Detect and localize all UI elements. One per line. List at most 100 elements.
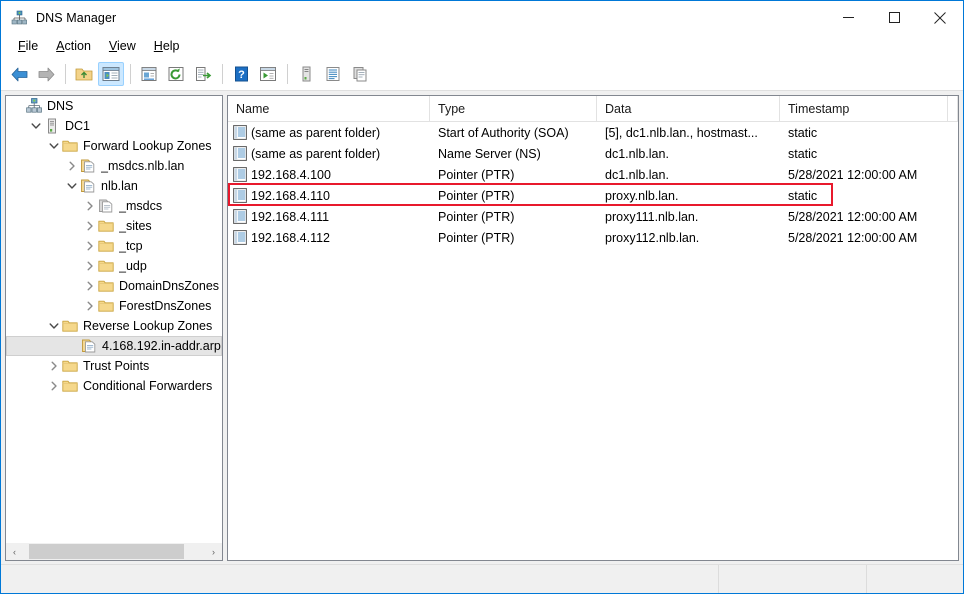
record-name-text: 192.168.4.111 — [251, 209, 330, 224]
expand-toggle-closed[interactable] — [82, 218, 98, 234]
column-header-blank[interactable] — [948, 96, 958, 121]
record-cell-name: 192.168.4.100 — [228, 167, 430, 182]
record-row[interactable]: 192.168.4.111 Pointer (PTR) proxy111.nlb.l… — [228, 206, 958, 227]
record-data-text: dc1.nlb.lan. — [605, 167, 669, 182]
forward-button[interactable] — [33, 62, 59, 86]
tree-node-forward-lookup-zones[interactable]: Forward Lookup Zones — [6, 136, 222, 156]
copy-button[interactable] — [347, 62, 373, 86]
menu-file[interactable]: FFileile — [9, 37, 47, 55]
help-button[interactable]: ? — [228, 62, 254, 86]
dns-manager-icon — [11, 10, 27, 26]
column-header-data[interactable]: Data — [597, 96, 780, 121]
column-header-timestamp[interactable]: Timestamp — [780, 96, 948, 121]
console-tree[interactable]: DNS DC1 Forward Lookup Zones _msdcs.nlb.lan… — [6, 96, 222, 542]
expand-toggle-open[interactable] — [46, 318, 62, 334]
menu-view[interactable]: View — [100, 37, 145, 55]
record-cell-name: 192.168.4.112 — [228, 230, 430, 245]
scrollbar-thumb[interactable] — [29, 544, 184, 559]
toolbar: ? — [1, 58, 963, 91]
record-row[interactable]: 192.168.4.112 Pointer (PTR) proxy112.nlb.l… — [228, 227, 958, 248]
tree-node-4-168-192-in-addr-arp[interactable]: 4.168.192.in-addr.arp — [6, 336, 222, 356]
record-row[interactable]: (same as parent folder) Start of Authorit… — [228, 122, 958, 143]
tree-node-udp[interactable]: _udp — [6, 256, 222, 276]
record-cell-type: Start of Authority (SOA) — [430, 126, 597, 140]
tree-node-forestdnszones[interactable]: ForestDnsZones — [6, 296, 222, 316]
minimize-button[interactable] — [825, 1, 871, 34]
new-server-button[interactable] — [293, 62, 319, 86]
expand-toggle-closed[interactable] — [64, 158, 80, 174]
tree-node-msdcs-nlb-lan[interactable]: _msdcs.nlb.lan — [6, 156, 222, 176]
records-list[interactable]: (same as parent folder) Start of Authorit… — [228, 122, 958, 248]
column-header-label: Name — [236, 101, 270, 116]
record-row[interactable]: 192.168.4.110 Pointer (PTR) proxy.nlb.lan.… — [228, 185, 958, 206]
record-type-text: Pointer (PTR) — [438, 188, 515, 203]
expand-toggle-open[interactable] — [64, 178, 80, 194]
tree-node-label: DC1 — [65, 119, 91, 133]
properties-icon — [141, 67, 157, 81]
folder-icon — [62, 140, 78, 152]
tree-node-trust-points[interactable]: Trust Points — [6, 356, 222, 376]
expand-toggle-closed[interactable] — [82, 298, 98, 314]
tree-node-dc1[interactable]: DC1 — [6, 116, 222, 136]
tree-node-conditional-forwarders[interactable]: Conditional Forwarders — [6, 376, 222, 396]
tree-node-nlb-lan[interactable]: nlb.lan — [6, 176, 222, 196]
maximize-button[interactable] — [871, 1, 917, 34]
record-row[interactable]: 192.168.4.100 Pointer (PTR) dc1.nlb.lan. 5/… — [228, 164, 958, 185]
record-type-text: Pointer (PTR) — [438, 230, 515, 245]
tree-node-domaindnszones[interactable]: DomainDnsZones — [6, 276, 222, 296]
list-column-headers[interactable]: Name Type Data Timestamp — [228, 96, 958, 122]
tree-node-label: DomainDnsZones — [119, 279, 220, 293]
properties-button[interactable] — [136, 62, 162, 86]
record-cell-type: Name Server (NS) — [430, 147, 597, 161]
expand-toggle-closed[interactable] — [82, 278, 98, 294]
back-button[interactable] — [6, 62, 32, 86]
chevron-right-icon — [51, 381, 57, 391]
scroll-right-arrow-icon[interactable]: › — [205, 543, 222, 560]
expand-toggle-closed[interactable] — [46, 358, 62, 374]
tree-node-label: Reverse Lookup Zones — [83, 319, 213, 333]
record-cell-timestamp: 5/28/2021 12:00:00 AM — [780, 231, 948, 245]
zone-gray-icon — [98, 198, 114, 214]
column-header-name[interactable]: Name — [228, 96, 430, 121]
new-zone-button[interactable] — [320, 62, 346, 86]
up-one-level-button[interactable] — [71, 62, 97, 86]
expand-toggle-closed[interactable] — [82, 198, 98, 214]
show-hide-tree-button[interactable] — [98, 62, 124, 86]
record-data-text: [5], dc1.nlb.lan., hostmast... — [605, 125, 758, 140]
zone-icon — [80, 178, 96, 194]
tree-node-dns[interactable]: DNS — [6, 96, 222, 116]
record-name-text: 192.168.4.100 — [251, 167, 331, 182]
close-button[interactable] — [917, 1, 963, 34]
expand-toggle-closed[interactable] — [82, 258, 98, 274]
refresh-icon — [168, 67, 184, 81]
export-list-button[interactable] — [190, 62, 216, 86]
window-controls — [825, 1, 963, 34]
run-button[interactable] — [255, 62, 281, 86]
folder-icon — [62, 380, 78, 392]
record-cell-timestamp: static — [780, 147, 948, 161]
menu-help[interactable]: Help — [145, 37, 189, 55]
record-cell-timestamp: 5/28/2021 12:00:00 AM — [780, 210, 948, 224]
expand-toggle-open[interactable] — [28, 118, 44, 134]
tree-horizontal-scrollbar[interactable]: ‹ › — [6, 542, 222, 560]
expand-toggle-open[interactable] — [46, 138, 62, 154]
record-timestamp-text: static — [788, 146, 818, 161]
tree-node-tcp[interactable]: _tcp — [6, 236, 222, 256]
refresh-button[interactable] — [163, 62, 189, 86]
scrollbar-track[interactable] — [23, 543, 205, 560]
menu-action[interactable]: Action — [47, 37, 100, 55]
column-header-type[interactable]: Type — [430, 96, 597, 121]
tree-node-sites[interactable]: _sites — [6, 216, 222, 236]
record-type-text: Pointer (PTR) — [438, 167, 515, 182]
expand-toggle-closed[interactable] — [82, 238, 98, 254]
folder-icon — [98, 258, 114, 274]
tree-node-reverse-lookup-zones[interactable]: Reverse Lookup Zones — [6, 316, 222, 336]
record-row[interactable]: (same as parent folder) Name Server (NS) d… — [228, 143, 958, 164]
show-tree-icon — [102, 67, 120, 81]
expand-toggle-closed[interactable] — [46, 378, 62, 394]
tree-node-msdcs[interactable]: _msdcs — [6, 196, 222, 216]
scroll-left-arrow-icon[interactable]: ‹ — [6, 543, 23, 560]
zone-icon — [81, 179, 95, 193]
dns-root-icon — [26, 98, 42, 114]
maximize-icon — [888, 12, 900, 23]
